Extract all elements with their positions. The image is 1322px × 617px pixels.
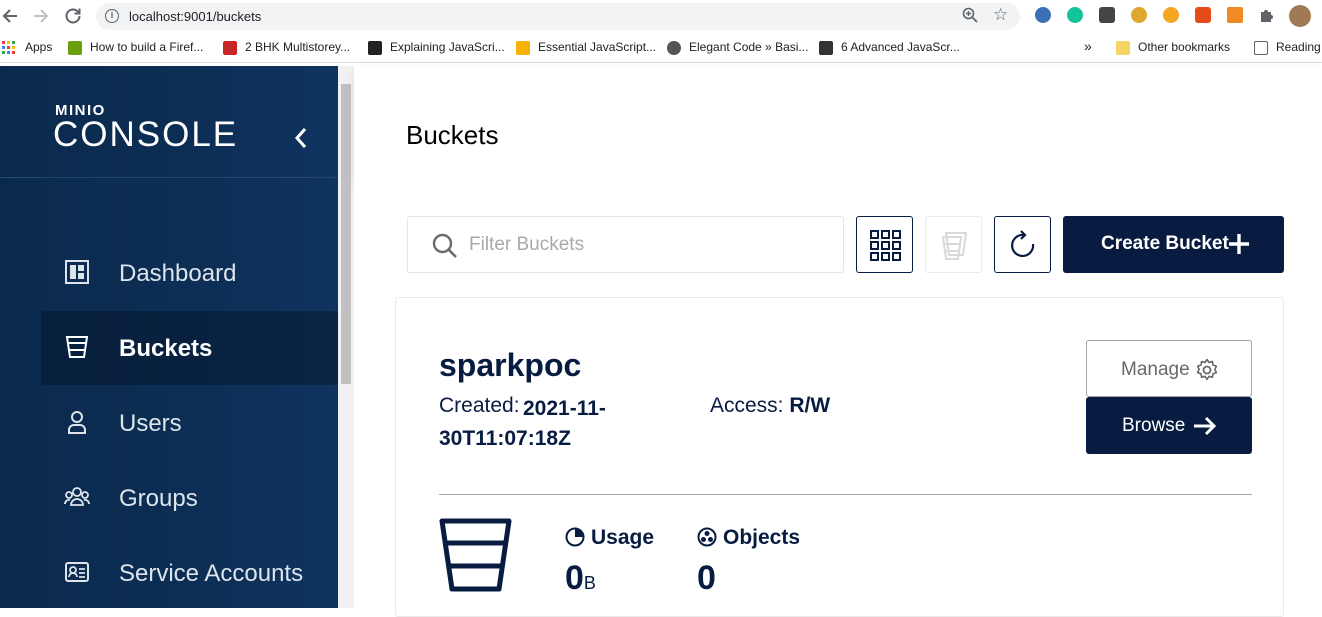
- bookmarks-bar: Apps How to build a Firef... 2 BHK Multi…: [0, 33, 1322, 63]
- reload-icon[interactable]: [63, 6, 83, 26]
- gear-icon: [1196, 358, 1218, 381]
- objects-value: 0: [697, 559, 716, 597]
- bulk-buckets-button[interactable]: [925, 216, 982, 273]
- manage-label: Manage: [1121, 359, 1190, 380]
- sidebar-item-label: Dashboard: [119, 260, 237, 287]
- refresh-button[interactable]: [994, 216, 1051, 273]
- groups-icon: [64, 487, 90, 506]
- dashboard-icon: [65, 260, 89, 284]
- sidebar-scrollbar[interactable]: [338, 66, 354, 608]
- address-bar[interactable]: i localhost:9001/buckets ☆: [96, 3, 1020, 30]
- grammarly-icon[interactable]: [1067, 7, 1083, 23]
- extension-icon[interactable]: [1163, 7, 1179, 23]
- grid-view-button[interactable]: [856, 216, 913, 273]
- create-bucket-button[interactable]: Create Bucket: [1063, 216, 1284, 273]
- extension-icon[interactable]: [1195, 7, 1211, 23]
- sidebar-item-users[interactable]: Users: [41, 386, 338, 460]
- multiple-buckets-icon: [941, 232, 968, 260]
- browser-toolbar: i localhost:9001/buckets ☆: [0, 0, 1322, 33]
- grid-icon: [870, 230, 901, 261]
- logo-console: CONSOLE: [53, 115, 239, 154]
- profile-avatar[interactable]: [1289, 5, 1311, 27]
- sidebar-item-buckets[interactable]: Buckets: [41, 311, 338, 385]
- refresh-icon: [1011, 230, 1035, 258]
- extension-icon[interactable]: [1131, 7, 1147, 23]
- extension-icon[interactable]: [1099, 7, 1115, 23]
- access-info: Access: R/W: [710, 394, 830, 418]
- objects-label: Objects: [723, 526, 801, 549]
- bookmark-star-icon[interactable]: ☆: [993, 5, 1008, 25]
- plus-icon: [1229, 234, 1249, 254]
- manage-button[interactable]: Manage: [1086, 340, 1252, 397]
- apps-icon[interactable]: [2, 41, 16, 55]
- scrollbar-thumb[interactable]: [341, 84, 351, 384]
- extension-icon[interactable]: [1035, 7, 1051, 23]
- forward-icon[interactable]: [30, 6, 50, 26]
- bucket-name[interactable]: sparkpoc: [439, 347, 581, 384]
- browse-label: Browse: [1122, 415, 1186, 436]
- sidebar: MINIO CONSOLE Dashboard Buckets Users Gr…: [0, 66, 338, 608]
- url-text[interactable]: localhost:9001/buckets: [129, 9, 261, 24]
- objects-icon: [697, 527, 717, 547]
- browse-button[interactable]: Browse: [1086, 397, 1252, 454]
- page-header: Buckets: [354, 66, 1322, 184]
- bucket-icon: [439, 518, 512, 592]
- sidebar-divider: [0, 177, 338, 178]
- page-title: Buckets: [406, 120, 499, 150]
- sidebar-item-label: Users: [119, 410, 182, 437]
- access-label: Access:: [710, 394, 784, 417]
- usage-value: 0B: [565, 559, 596, 597]
- search-placeholder: Filter Buckets: [469, 234, 585, 255]
- back-icon[interactable]: [1, 6, 21, 26]
- puzzle-icon[interactable]: [1259, 7, 1275, 23]
- sidebar-item-groups[interactable]: Groups: [41, 461, 338, 535]
- site-info-icon[interactable]: i: [105, 9, 119, 23]
- service-accounts-icon: [65, 562, 89, 582]
- usage-label: Usage: [591, 526, 655, 549]
- chevron-left-icon[interactable]: [294, 126, 308, 154]
- card-divider: [439, 494, 1252, 495]
- search-icon: [432, 233, 457, 258]
- zoom-icon[interactable]: [962, 7, 978, 26]
- arrow-right-icon: [1194, 416, 1217, 436]
- create-bucket-label: Create Bucket: [1101, 233, 1229, 254]
- sidebar-item-label: Service Accounts: [119, 560, 304, 587]
- bucket-icon: [65, 336, 89, 358]
- search-input[interactable]: Filter Buckets: [407, 216, 844, 273]
- sidebar-item-label: Buckets: [119, 335, 213, 362]
- user-icon: [68, 411, 86, 434]
- sidebar-item-service-accounts[interactable]: Service Accounts: [41, 536, 338, 610]
- usage-unit: B: [583, 573, 596, 593]
- access-value: R/W: [789, 394, 831, 417]
- bookmarks-overflow-icon[interactable]: »: [1084, 38, 1092, 54]
- pie-chart-icon: [565, 527, 585, 547]
- bookmark-apps[interactable]: Apps: [25, 40, 52, 56]
- bucket-card: sparkpoc Created: 2021-11-30T11:07:18Z A…: [395, 297, 1284, 617]
- sidebar-item-label: Groups: [119, 485, 198, 512]
- created-value: 2021-11-30T11:07:18Z: [439, 397, 606, 450]
- extension-icon[interactable]: [1227, 7, 1243, 23]
- sidebar-item-dashboard[interactable]: Dashboard: [41, 236, 338, 310]
